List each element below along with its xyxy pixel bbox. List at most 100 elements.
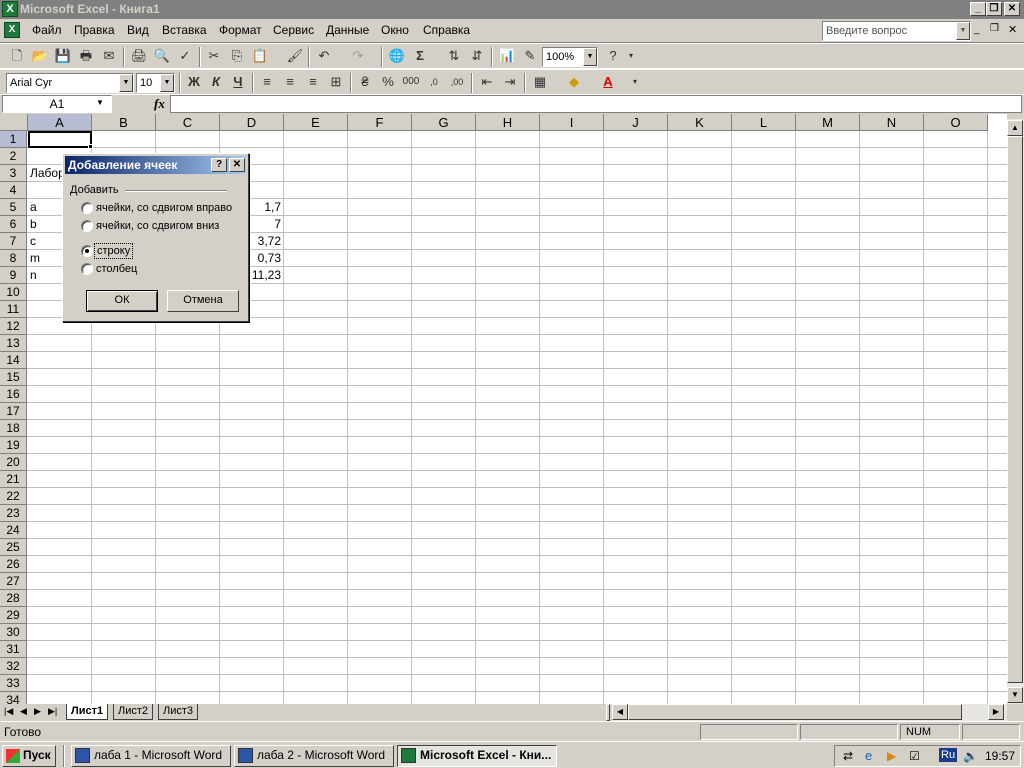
radio-entire-row[interactable]: [81, 245, 93, 257]
chevron-down-icon[interactable]: ▼: [583, 48, 597, 66]
row-header-11[interactable]: 11: [0, 301, 27, 318]
new-icon[interactable]: 🗋: [6, 46, 28, 68]
fill-handle[interactable]: [88, 144, 93, 149]
option-shift-right-label[interactable]: ячейки, со сдвигом вправо: [96, 202, 232, 214]
row-header-5[interactable]: 5: [0, 199, 27, 216]
row-header-1[interactable]: 1: [0, 131, 27, 148]
start-button[interactable]: Пуск: [2, 745, 56, 767]
row-header-12[interactable]: 12: [0, 318, 27, 335]
scroll-down-arrow-icon[interactable]: ▼: [1007, 687, 1023, 703]
row-header-29[interactable]: 29: [0, 607, 27, 624]
cell-a6[interactable]: b: [30, 216, 37, 233]
row-header-6[interactable]: 6: [0, 216, 27, 233]
row-header-22[interactable]: 22: [0, 488, 27, 505]
cut-icon[interactable]: ✂: [203, 46, 225, 68]
chevron-down-icon[interactable]: ▼: [96, 98, 104, 107]
print-icon[interactable]: 🖨: [128, 46, 150, 68]
sort-ascending-icon[interactable]: ⇅: [443, 46, 465, 68]
hyperlink-icon[interactable]: 🌐: [386, 46, 408, 68]
align-center-icon[interactable]: ≡: [279, 72, 301, 94]
dialog-help-button[interactable]: ?: [211, 158, 227, 172]
row-header-27[interactable]: 27: [0, 573, 27, 590]
sheet-tab-3[interactable]: Лист3: [158, 704, 199, 720]
horizontal-scrollbar[interactable]: ◀ ▶: [612, 704, 1007, 721]
align-left-icon[interactable]: ≡: [256, 72, 278, 94]
row-header-31[interactable]: 31: [0, 641, 27, 658]
font-size-select[interactable]: 10 ▼: [136, 73, 175, 93]
row-header-33[interactable]: 33: [0, 675, 27, 692]
task-word-1[interactable]: лаба 1 - Microsoft Word: [71, 745, 231, 767]
save-icon[interactable]: 💾: [52, 46, 74, 68]
menu-window[interactable]: Окно: [381, 23, 409, 37]
row-header-17[interactable]: 17: [0, 403, 27, 420]
decrease-decimal-icon[interactable]: ,00: [446, 72, 468, 94]
column-header-b[interactable]: B: [92, 114, 156, 131]
paste-icon[interactable]: 📋: [249, 46, 271, 68]
column-header-n[interactable]: N: [860, 114, 924, 131]
redo-icon[interactable]: ↷: [347, 46, 369, 68]
column-header-a[interactable]: A: [28, 114, 92, 131]
sheet-tab-2[interactable]: Лист2: [113, 704, 154, 720]
row-header-13[interactable]: 13: [0, 335, 27, 352]
row-header-32[interactable]: 32: [0, 658, 27, 675]
cell-a8[interactable]: m: [30, 250, 40, 267]
doc-minimize-button[interactable]: _: [974, 24, 980, 35]
column-header-l[interactable]: L: [732, 114, 796, 131]
media-icon[interactable]: ▶: [887, 749, 896, 763]
scroll-thumb[interactable]: [1007, 136, 1023, 683]
row-header-30[interactable]: 30: [0, 624, 27, 641]
last-sheet-icon[interactable]: ▶|: [48, 706, 57, 717]
prev-sheet-icon[interactable]: ◀: [20, 706, 27, 717]
permission-icon[interactable]: 🖶: [75, 46, 97, 68]
row-header-20[interactable]: 20: [0, 454, 27, 471]
email-icon[interactable]: ✉: [98, 46, 120, 68]
fill-color-icon[interactable]: ◆: [563, 72, 585, 94]
undo-icon[interactable]: ↶: [313, 46, 335, 68]
bold-icon[interactable]: Ж: [183, 72, 205, 94]
ok-button[interactable]: ОК: [86, 290, 158, 312]
option-shift-down-label[interactable]: ячейки, со сдвигом вниз: [96, 220, 219, 232]
spelling-icon[interactable]: ✓: [174, 46, 196, 68]
row-header-14[interactable]: 14: [0, 352, 27, 369]
volume-icon[interactable]: 🔈: [963, 749, 978, 763]
row-header-25[interactable]: 25: [0, 539, 27, 556]
sort-descending-icon[interactable]: ⇵: [466, 46, 488, 68]
column-header-d[interactable]: D: [220, 114, 284, 131]
row-header-7[interactable]: 7: [0, 233, 27, 250]
toolbar-options-icon[interactable]: ▾: [624, 72, 646, 94]
radio-entire-column[interactable]: [81, 263, 93, 275]
zoom-select[interactable]: 100% ▼: [542, 47, 598, 67]
menu-insert[interactable]: Вставка: [162, 23, 207, 37]
doc-close-button[interactable]: ✕: [1008, 23, 1017, 36]
option-entire-row-label[interactable]: строку: [94, 243, 134, 259]
percent-icon[interactable]: %: [377, 72, 399, 94]
language-indicator[interactable]: Ru: [939, 748, 958, 762]
copy-icon[interactable]: ⎘: [226, 46, 248, 68]
font-color-icon[interactable]: A: [597, 72, 619, 94]
borders-icon[interactable]: ▦: [529, 72, 551, 94]
currency-icon[interactable]: ₴: [354, 72, 376, 94]
row-header-9[interactable]: 9: [0, 267, 27, 284]
column-header-f[interactable]: F: [348, 114, 412, 131]
row-header-4[interactable]: 4: [0, 182, 27, 199]
task-word-2[interactable]: лаба 2 - Microsoft Word: [234, 745, 394, 767]
autosum-icon[interactable]: Σ: [409, 46, 431, 68]
menu-format[interactable]: Формат: [219, 23, 262, 37]
help-question-input[interactable]: Введите вопрос ▼: [822, 21, 971, 41]
print-preview-icon[interactable]: 🔍: [151, 46, 173, 68]
row-header-21[interactable]: 21: [0, 471, 27, 488]
chevron-down-icon[interactable]: ▼: [119, 74, 133, 92]
doc-restore-button[interactable]: ❐: [990, 23, 999, 34]
row-header-19[interactable]: 19: [0, 437, 27, 454]
row-header-24[interactable]: 24: [0, 522, 27, 539]
increase-indent-icon[interactable]: ⇥: [499, 72, 521, 94]
row-header-28[interactable]: 28: [0, 590, 27, 607]
radio-shift-right[interactable]: [81, 202, 93, 214]
menu-data[interactable]: Данные: [326, 23, 369, 37]
browser-icon[interactable]: e: [865, 748, 872, 763]
decrease-indent-icon[interactable]: ⇤: [476, 72, 498, 94]
row-header-2[interactable]: 2: [0, 148, 27, 165]
row-header-34[interactable]: 34: [0, 692, 27, 704]
workbook-icon[interactable]: X: [4, 22, 20, 38]
toolbar-options-icon[interactable]: ▾: [620, 46, 642, 68]
